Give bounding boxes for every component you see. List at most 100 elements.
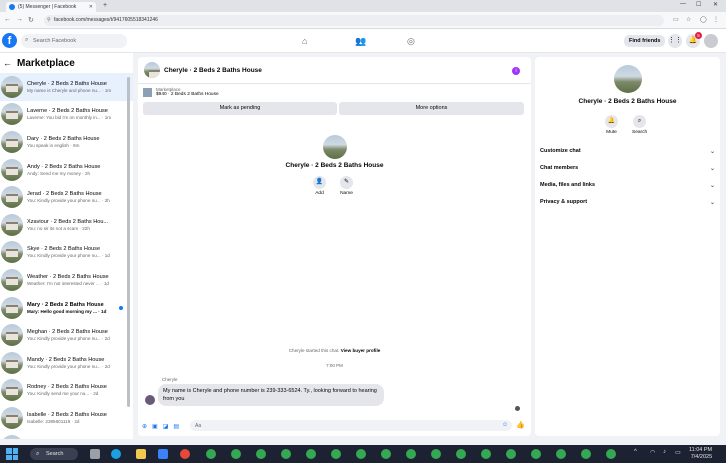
conversation-item[interactable]: Mary · 2 Beds 2 Baths House Mary: Hello g… (0, 294, 133, 322)
back-icon[interactable]: ← (4, 16, 11, 23)
home-icon[interactable]: ⌂ (302, 36, 307, 46)
chrome-profile-icon[interactable] (456, 449, 466, 459)
chrome-profile-icon[interactable] (581, 449, 591, 459)
sender-avatar[interactable] (145, 395, 155, 405)
volume-icon[interactable]: ♪ (663, 449, 666, 455)
task-view-icon[interactable] (90, 449, 100, 459)
info-avatar[interactable] (613, 65, 642, 93)
chrome-profile-icon[interactable] (256, 449, 266, 459)
chat-avatar[interactable] (144, 62, 160, 78)
media-files-row[interactable]: Media, files and links ⌄ (540, 179, 715, 191)
conversation-item[interactable]: Xzaviour · 2 Beds 2 Baths Hou... You: no … (0, 211, 133, 239)
chrome-profile-icon[interactable] (381, 449, 391, 459)
find-friends-button[interactable]: Find friends (624, 35, 666, 47)
menu-grid-icon[interactable]: ⋮⋮ (668, 34, 682, 48)
name-button[interactable]: ✎ Name (340, 176, 353, 196)
browser-tab[interactable]: (5) Messenger | Facebook ✕ (6, 2, 96, 12)
conversation-item[interactable]: Weather · 2 Beds 2 Baths House Weather: I… (0, 266, 133, 294)
system-clock[interactable]: 11:04 PM 7/4/2025 (689, 447, 712, 461)
minimize-icon[interactable]: — (680, 1, 686, 7)
chrome-profile-icon[interactable] (206, 449, 216, 459)
account-avatar[interactable] (704, 34, 718, 48)
image-icon[interactable]: ▣ (152, 423, 158, 430)
conversation-item[interactable]: Andy · 2 Beds 2 Baths House Andy: Send me… (0, 156, 133, 184)
edge-icon[interactable] (111, 449, 121, 459)
name-label: Name (340, 191, 353, 196)
close-window-icon[interactable]: ✕ (713, 1, 718, 8)
profile-icon[interactable]: ◯ (700, 16, 707, 23)
conversation-item[interactable]: Laverne · 2 Beds 2 Baths House Laverne: Y… (0, 101, 133, 129)
conversation-preview: Laverne: You bid i'm on monthly in... · … (27, 115, 112, 121)
chrome-profile-icon[interactable] (281, 449, 291, 459)
chrome-profile-icon[interactable] (431, 449, 441, 459)
facebook-search-input[interactable]: ⌕ Search Facebook (21, 34, 127, 48)
conversation-item[interactable]: Rodney · 2 Beds 2 Baths House You: Kindly… (0, 377, 133, 405)
windows-start-icon[interactable] (6, 448, 18, 460)
chrome-profile-icon[interactable] (606, 449, 616, 459)
plus-icon[interactable]: ⊕ (142, 423, 147, 430)
scrollbar[interactable] (127, 77, 130, 407)
site-info-icon[interactable]: ⚲ (47, 17, 51, 23)
chrome-icon[interactable] (180, 449, 190, 459)
mark-pending-button[interactable]: Mark as pending (143, 102, 337, 115)
close-tab-icon[interactable]: ✕ (89, 4, 93, 10)
panel-title: Marketplace (17, 57, 75, 69)
chrome-profile-icon[interactable] (331, 449, 341, 459)
maximize-icon[interactable]: ☐ (696, 1, 701, 8)
gif-icon[interactable]: ▤ (173, 423, 179, 430)
chrome-profile-icon[interactable] (481, 449, 491, 459)
back-arrow-icon[interactable]: ← (3, 58, 12, 68)
new-tab-icon[interactable]: + (103, 2, 107, 9)
conversation-item[interactable]: Dary · 2 Beds 2 Baths House You speak in … (0, 128, 133, 156)
add-button[interactable]: 👤 Add (313, 176, 326, 196)
install-app-icon[interactable]: ▭ (673, 16, 679, 23)
customize-chat-row[interactable]: Customize chat ⌄ (540, 145, 715, 157)
wifi-icon[interactable]: ◠ (650, 449, 655, 456)
chrome-profile-icon[interactable] (531, 449, 541, 459)
chrome-profile-icon[interactable] (406, 449, 416, 459)
conversation-preview: You speak in english · 9m (27, 142, 80, 148)
groups-icon[interactable]: ◎ (407, 36, 415, 47)
more-options-button[interactable]: More options (339, 102, 524, 115)
like-icon[interactable]: 👍 (516, 421, 525, 429)
conversation-name: Andy · 2 Beds 2 Baths House (27, 163, 101, 170)
conversation-item[interactable]: Jerad · 2 Beds 2 Baths House You: Kindly … (0, 183, 133, 211)
conversation-item[interactable]: Skye · 2 Beds 2 Baths House You: Kindly p… (0, 239, 133, 267)
chrome-profile-icon[interactable] (231, 449, 241, 459)
message-input[interactable]: Aa (190, 420, 512, 431)
marketplace-listing[interactable]: Marketplace $940 · 2 Beds 2 Baths House (143, 87, 219, 97)
privacy-support-row[interactable]: Privacy & support ⌄ (540, 196, 715, 208)
conversation-item[interactable]: Jayelone · 2 Beds 2 Baths House (0, 432, 133, 439)
chrome-profile-icon[interactable] (306, 449, 316, 459)
info-icon[interactable]: i (512, 67, 520, 75)
conversation-item[interactable]: Isabelle · 2 Beds 2 Baths House Isabelle:… (0, 404, 133, 432)
seen-indicator (515, 406, 520, 411)
message-bubble[interactable]: My name is Cheryle and phone number is 2… (158, 384, 384, 406)
sticker-icon[interactable]: ◪ (163, 423, 169, 430)
browser-menu-icon[interactable]: ⋮ (713, 16, 719, 23)
tray-chevron-icon[interactable]: ^ (634, 449, 637, 455)
section-label: Chat members (540, 165, 579, 171)
battery-icon[interactable]: ▭ (675, 449, 681, 456)
store-icon[interactable] (158, 449, 168, 459)
search-chat-button[interactable]: ⌕ Search (632, 115, 647, 135)
chrome-profile-icon[interactable] (506, 449, 516, 459)
conversation-item[interactable]: Cheryle · 2 Beds 2 Baths House My name is… (0, 73, 133, 101)
forward-icon[interactable]: → (16, 16, 23, 23)
chrome-profile-icon[interactable] (556, 449, 566, 459)
view-buyer-profile-link[interactable]: View buyer profile (341, 348, 380, 353)
emoji-icon[interactable]: ☺ (502, 422, 508, 428)
reload-icon[interactable]: ↻ (28, 16, 34, 24)
chrome-profile-icon[interactable] (356, 449, 366, 459)
chat-members-row[interactable]: Chat members ⌄ (540, 162, 715, 174)
friends-icon[interactable]: 👥 (355, 36, 366, 47)
conversation-item[interactable]: Mandy · 2 Beds 2 Baths House You: Kindly … (0, 349, 133, 377)
chat-header-name[interactable]: Cheryle · 2 Beds 2 Baths House (164, 67, 262, 74)
facebook-logo-icon[interactable]: f (2, 33, 17, 48)
taskbar-search[interactable]: ⌕ Search (30, 448, 78, 460)
mute-button[interactable]: 🔔 Mute (605, 115, 618, 135)
bookmark-star-icon[interactable]: ☆ (686, 16, 691, 23)
file-explorer-icon[interactable] (136, 449, 146, 459)
conversation-item[interactable]: Meghan · 2 Beds 2 Baths House You: Kindly… (0, 321, 133, 349)
url-field[interactable]: ⚲ facebook.com/messages/t/94176055183412… (44, 15, 664, 26)
